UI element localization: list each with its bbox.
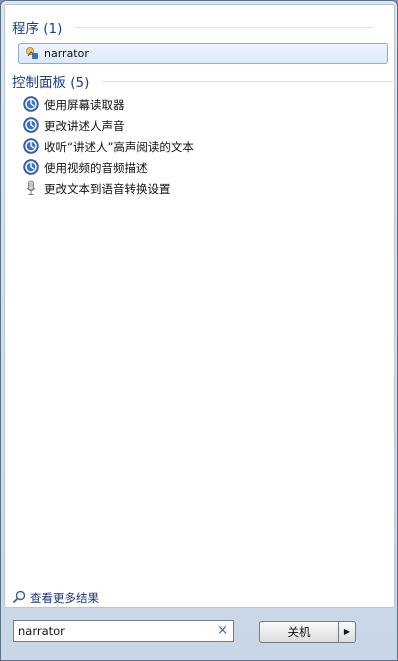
control-panel-item-read-aloud[interactable]: 收听“讲述人”高声阅读的文本 <box>21 137 381 155</box>
control-panel-item-label: 使用视频的音频描述 <box>44 161 148 175</box>
play-arrow-icon: ▶ <box>343 627 351 636</box>
divider <box>74 27 374 28</box>
control-panel-item-change-voice[interactable]: 更改讲述人声音 <box>21 116 381 134</box>
search-results-panel: 程序 (1) narrator 控制面板 (5) 使用屏幕读取器 更改讲述人声音… <box>4 4 397 608</box>
control-panel-item-label: 使用屏幕读取器 <box>44 98 125 112</box>
ease-of-access-icon <box>23 117 39 133</box>
microphone-icon <box>26 180 36 195</box>
ease-of-access-icon <box>23 138 39 154</box>
shutdown-label: 关机 <box>287 625 311 639</box>
control-panel-item-label: 收听“讲述人”高声阅读的文本 <box>44 140 194 154</box>
narrator-icon <box>26 47 38 59</box>
group-title: 程序 (1) <box>12 21 63 37</box>
shutdown-button[interactable]: 关机 <box>259 621 339 643</box>
see-more-label: 查看更多结果 <box>30 591 99 605</box>
program-label: narrator <box>44 47 89 60</box>
clear-search-icon[interactable]: × <box>217 623 228 639</box>
shutdown-options-button[interactable]: ▶ <box>338 621 356 643</box>
control-panel-item-audio-description[interactable]: 使用视频的音频描述 <box>21 158 381 176</box>
program-item-narrator[interactable]: narrator <box>18 43 388 64</box>
group-header-programs[interactable]: 程序 (1) <box>12 17 374 37</box>
ease-of-access-icon <box>23 96 39 112</box>
ease-of-access-icon <box>23 159 39 175</box>
see-more-results-link[interactable]: 查看更多结果 <box>12 589 212 605</box>
group-title: 控制面板 (5) <box>12 75 90 91</box>
search-icon <box>12 590 26 604</box>
control-panel-item-screen-reader[interactable]: 使用屏幕读取器 <box>21 95 381 113</box>
search-box[interactable]: × <box>13 620 234 642</box>
search-input[interactable] <box>18 623 208 639</box>
control-panel-item-label: 更改讲述人声音 <box>44 119 125 133</box>
control-panel-item-tts-settings[interactable]: 更改文本到语音转换设置 <box>21 179 381 197</box>
group-header-control-panel[interactable]: 控制面板 (5) <box>12 71 397 91</box>
divider <box>102 81 397 82</box>
control-panel-item-label: 更改文本到语音转换设置 <box>44 182 171 196</box>
start-menu: 程序 (1) narrator 控制面板 (5) 使用屏幕读取器 更改讲述人声音… <box>0 0 398 661</box>
